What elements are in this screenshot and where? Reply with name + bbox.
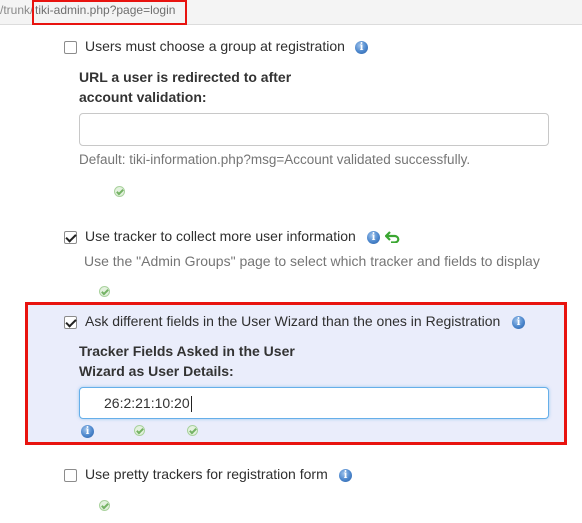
wizard-fields-label-line2: Wizard as User Details: [79, 363, 234, 379]
use-tracker-hint: Use the "Admin Groups" page to select wh… [84, 253, 540, 269]
ok-check-icon [99, 286, 110, 297]
pretty-trackers-label: Use pretty trackers for registration for… [85, 466, 328, 482]
ok-check-icon [114, 186, 125, 197]
text-caret [190, 396, 192, 413]
wizard-fields-label-line1: Tracker Fields Asked in the User [79, 343, 295, 359]
undo-arrow-icon[interactable] [385, 231, 401, 243]
use-tracker-checkbox[interactable] [64, 231, 77, 244]
redirect-url-default-text: Default: tiki-information.php?msg=Accoun… [79, 152, 471, 167]
wizard-fields-checkbox[interactable] [64, 316, 77, 329]
group-at-registration-checkbox[interactable] [64, 41, 77, 54]
url-highlight-box [32, 0, 187, 25]
info-icon[interactable]: i [81, 425, 94, 438]
wizard-fields-input[interactable]: 26:2:21:10:20 [79, 387, 549, 419]
use-tracker-label: Use tracker to collect more user informa… [85, 228, 356, 244]
ok-check-icon [187, 425, 198, 436]
url-prefix: /trunk/ [0, 3, 34, 17]
ok-check-icon [99, 500, 110, 511]
wizard-fields-input-value: 26:2:21:10:20 [104, 395, 190, 411]
info-icon[interactable]: i [512, 316, 525, 329]
redirect-url-label-line2: account validation: [79, 89, 207, 105]
info-icon[interactable]: i [355, 41, 368, 54]
redirect-url-input[interactable] [79, 113, 549, 146]
info-icon[interactable]: i [339, 469, 352, 482]
redirect-url-label-line1: URL a user is redirected to after [79, 69, 292, 85]
group-at-registration-label: Users must choose a group at registratio… [85, 38, 345, 54]
wizard-fields-label: Ask different fields in the User Wizard … [85, 313, 501, 329]
pretty-trackers-checkbox[interactable] [64, 469, 77, 482]
ok-check-icon [134, 425, 145, 436]
info-icon[interactable]: i [367, 231, 380, 244]
